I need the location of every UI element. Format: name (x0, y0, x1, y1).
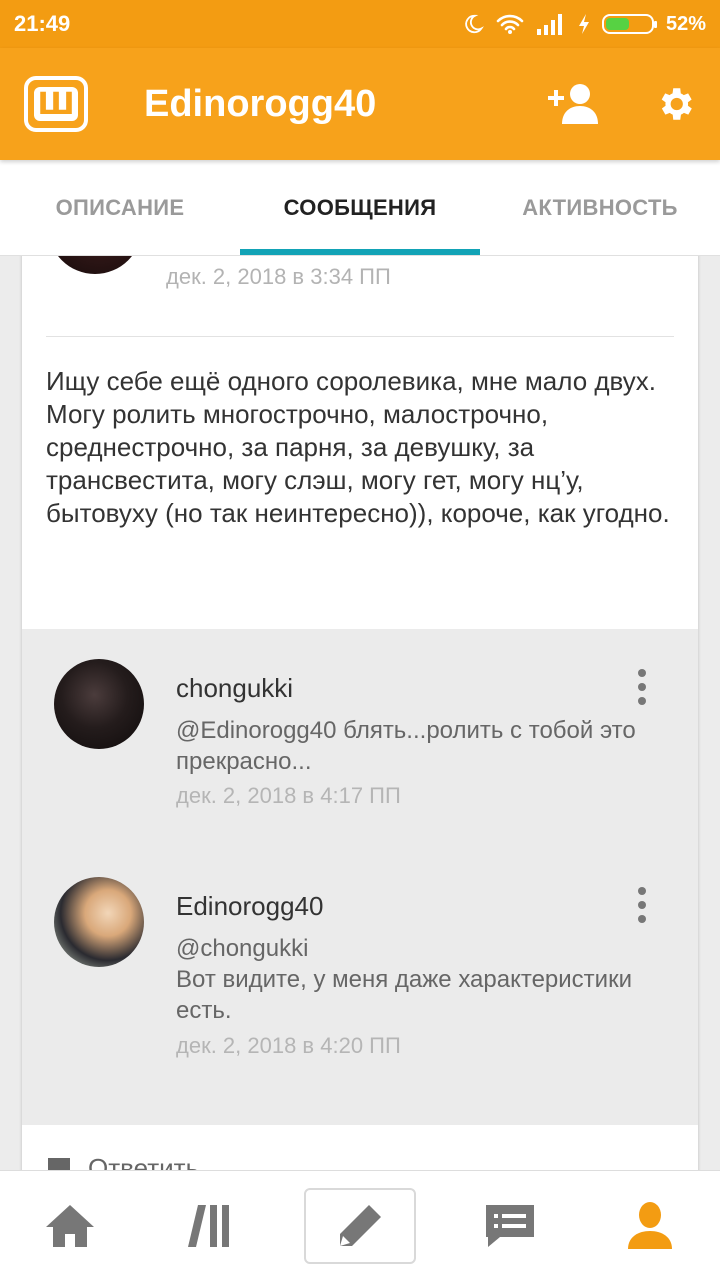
battery-icon (601, 14, 657, 34)
pencil-icon (340, 1204, 381, 1246)
more-vert-icon[interactable] (636, 887, 648, 923)
profile-username-title: Edinorogg40 (144, 82, 377, 125)
status-time: 21:49 (14, 11, 71, 36)
nav-library[interactable] (140, 1171, 280, 1280)
post-body: Ищу себе ещё одного соролевика, мне мало… (46, 366, 670, 528)
message-card: дек. 2, 2018 в 3:34 ПП Ищу себе ещё одно… (22, 256, 698, 1170)
reply-label: Ответить (88, 1152, 200, 1171)
avatar[interactable] (48, 256, 142, 274)
status-bar: 21:49 52% (0, 0, 720, 48)
nav-write[interactable] (304, 1187, 416, 1264)
battery-percent: 52% (665, 12, 706, 35)
comment-thread: chongukki @Edinorogg40 блять...ролить с … (22, 629, 698, 1125)
comment-text: @Edinorogg40 блять...ролить с тобой это … (176, 717, 636, 775)
moon-icon (465, 14, 484, 34)
comment-date: дек. 2, 2018 в 4:20 ПП (176, 1033, 401, 1058)
tab-activity[interactable]: АКТИВНОСТЬ (480, 160, 720, 255)
comment: Edinorogg40 @chongukki Вот видите, у мен… (22, 877, 698, 1107)
comment-text: @chongukki Вот видите, у меня даже харак… (176, 935, 632, 1024)
app-bar: Ш Edinorogg40 (0, 48, 720, 160)
library-icon (188, 1204, 229, 1247)
post-header: дек. 2, 2018 в 3:34 ПП (22, 256, 698, 316)
tab-messages[interactable]: СООБЩЕНИЯ (240, 160, 480, 255)
status-icons: 52% (462, 13, 706, 36)
nav-home[interactable] (0, 1171, 140, 1280)
nav-profile[interactable] (580, 1171, 720, 1280)
logo-letter: Ш (34, 87, 78, 122)
gear-icon[interactable] (654, 83, 696, 125)
tab-description[interactable]: ОПИСАНИЕ (0, 160, 240, 255)
wattpad-logo[interactable]: Ш (24, 76, 88, 132)
avatar[interactable] (54, 877, 144, 967)
messages-feed[interactable]: дек. 2, 2018 в 3:34 ПП Ищу себе ещё одно… (0, 256, 720, 1170)
profile-icon (628, 1201, 672, 1249)
avatar[interactable] (54, 659, 144, 749)
nav-messages[interactable] (440, 1171, 580, 1280)
messages-icon (486, 1204, 534, 1247)
reply-button[interactable]: Ответить (22, 1125, 698, 1170)
wifi-icon (496, 14, 524, 34)
app-bar-actions (546, 82, 696, 126)
post-date: дек. 2, 2018 в 3:34 ПП (166, 264, 391, 289)
bottom-navigation (0, 1170, 720, 1280)
more-vert-icon[interactable] (636, 669, 648, 705)
comment: chongukki @Edinorogg40 блять...ролить с … (22, 659, 698, 877)
signal-icon (536, 14, 562, 35)
profile-tabs: ОПИСАНИЕ СООБЩЕНИЯ АКТИВНОСТЬ (0, 160, 720, 256)
home-icon (46, 1204, 94, 1247)
comment-date: дек. 2, 2018 в 4:17 ПП (176, 783, 401, 808)
comment-icon (48, 1158, 70, 1170)
comment-author[interactable]: Edinorogg40 (176, 891, 323, 922)
add-user-icon[interactable] (546, 82, 602, 126)
comment-author[interactable]: chongukki (176, 673, 293, 704)
charging-icon (578, 14, 589, 34)
